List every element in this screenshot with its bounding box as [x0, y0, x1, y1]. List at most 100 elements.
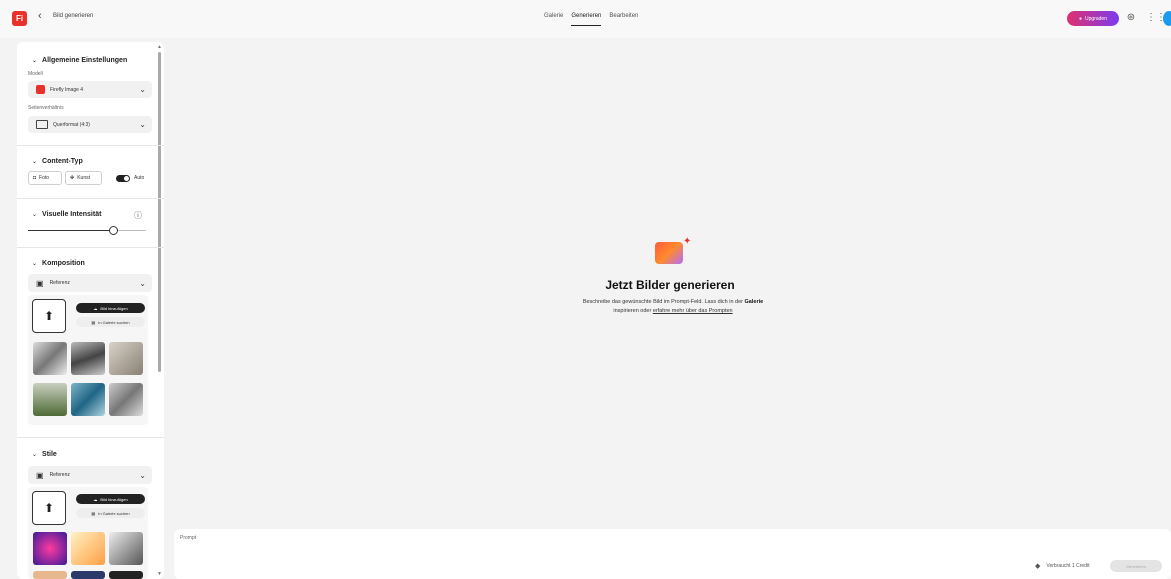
photo-label: Foto	[39, 175, 50, 181]
tab-bearbeiten[interactable]: Bearbeiten	[609, 13, 638, 26]
composition-thumbnail[interactable]	[109, 342, 143, 375]
landscape-icon	[36, 120, 48, 129]
composition-reference-select[interactable]: ▣ Referenz ⌄	[28, 274, 152, 292]
composition-thumbnail[interactable]	[71, 342, 105, 375]
gallery-icon: ▦	[91, 319, 96, 325]
learn-prompting-link[interactable]: erfahre mehr über das Prompten	[653, 308, 733, 314]
styles-add-image-button[interactable]: ☁ Bild hinzufügen	[76, 494, 145, 504]
composition-search-gallery-button[interactable]: ▦ In Galerie suchen	[76, 317, 145, 327]
scroll-down-icon[interactable]: ▼	[157, 571, 162, 577]
image-upload-icon[interactable]: ⬆	[32, 491, 66, 525]
art-label: Kunst	[77, 175, 90, 181]
prompt-label: Prompt	[180, 535, 197, 541]
firefly-model-icon	[36, 85, 45, 94]
section-title: Visuelle Intensität	[42, 211, 102, 218]
aspect-ratio-value: Querformat (4:3)	[53, 121, 90, 128]
chevron-down-icon: ⌄	[139, 278, 146, 288]
section-visual-intensity[interactable]: ⌄ Visuelle Intensität	[32, 211, 101, 218]
style-thumbnail[interactable]	[71, 532, 105, 565]
reference-value: Referenz	[49, 472, 70, 478]
generate-button[interactable]: Generieren	[1110, 560, 1162, 572]
chevron-down-icon: ⌄	[32, 212, 38, 218]
style-thumbnail[interactable]	[109, 532, 143, 565]
divider	[17, 247, 164, 248]
chevron-down-icon: ⌄	[139, 120, 146, 129]
reference-icon: ▣	[36, 470, 44, 480]
section-title: Stile	[42, 451, 57, 458]
empty-state-description: Beschreibe das gewünschte Bild im Prompt…	[578, 298, 768, 316]
credit-info: ◆ Verbraucht 1 Credit	[1035, 562, 1089, 570]
section-title: Allgemeine Einstellungen	[42, 57, 128, 64]
aspect-ratio-select[interactable]: Querformat (4:3) ⌄	[28, 116, 152, 133]
upgrade-button[interactable]: ● Upgraden	[1067, 11, 1119, 26]
composition-thumbnail[interactable]	[109, 383, 143, 416]
style-thumbnail[interactable]	[109, 571, 143, 579]
intensity-slider-fill	[28, 230, 113, 231]
aspect-ratio-label: Seitenverhältnis	[28, 105, 64, 111]
model-select[interactable]: Firefly Image 4 ⌄	[28, 81, 152, 98]
composition-add-image-button[interactable]: ☁ Bild hinzufügen	[76, 303, 145, 313]
help-icon[interactable]: ⊛	[1124, 10, 1138, 26]
content-type-art-button[interactable]: ✤ Kunst	[65, 171, 102, 185]
search-gallery-label: In Galerie suchen	[98, 510, 130, 516]
style-thumbnail[interactable]	[33, 532, 67, 565]
model-value: Firefly Image 4	[50, 86, 84, 93]
art-icon: ✤	[70, 175, 75, 181]
section-general-settings[interactable]: ⌄ Allgemeine Einstellungen	[32, 57, 127, 64]
page-title: Bild generieren	[53, 13, 94, 19]
tab-galerie[interactable]: Galerie	[544, 13, 563, 26]
credit-text: Verbraucht 1 Credit	[1046, 563, 1090, 569]
auto-toggle[interactable]	[116, 175, 130, 182]
content-type-photo-button[interactable]: ◘ Foto	[28, 171, 62, 185]
camera-icon: ◘	[33, 175, 37, 181]
cloud-upload-icon: ☁	[93, 496, 98, 502]
chevron-down-icon: ⌄	[32, 58, 38, 64]
divider	[17, 437, 164, 438]
firefly-logo[interactable]: Fi	[12, 11, 27, 26]
section-title: Komposition	[42, 260, 85, 267]
chevron-left-icon[interactable]: ‹	[38, 10, 42, 22]
composition-thumbnail[interactable]	[33, 383, 67, 416]
info-icon[interactable]: ⓘ	[134, 210, 142, 221]
style-thumbnail[interactable]	[71, 571, 105, 579]
chevron-down-icon: ⌄	[32, 261, 38, 267]
reference-value: Referenz	[49, 280, 70, 286]
image-upload-icon[interactable]: ⬆	[32, 299, 66, 333]
divider	[17, 145, 164, 146]
section-content-type[interactable]: ⌄ Content-Typ	[32, 158, 83, 165]
panel-scrollbar[interactable]	[158, 52, 161, 372]
empty-state-title: Jetzt Bilder generieren	[605, 278, 735, 292]
generate-label: Generieren	[1125, 563, 1146, 569]
section-composition[interactable]: ⌄ Komposition	[32, 260, 85, 267]
chevron-down-icon: ⌄	[139, 470, 146, 480]
composition-thumbnail[interactable]	[33, 342, 67, 375]
divider	[17, 198, 164, 199]
search-gallery-label: In Galerie suchen	[98, 319, 130, 325]
cloud-upload-icon: ☁	[93, 305, 98, 311]
composition-thumbnail[interactable]	[71, 383, 105, 416]
styles-search-gallery-button[interactable]: ▦ In Galerie suchen	[76, 508, 145, 518]
style-thumbnail[interactable]	[33, 571, 67, 579]
reference-icon: ▣	[36, 278, 44, 288]
section-title: Content-Typ	[42, 158, 83, 165]
avatar[interactable]	[1163, 11, 1171, 26]
credit-icon: ◆	[1035, 563, 1041, 570]
scroll-up-icon[interactable]: ▲	[157, 44, 162, 50]
chevron-down-icon: ⌄	[32, 452, 38, 458]
apps-grid-icon[interactable]: ⋮⋮	[1146, 10, 1166, 26]
add-image-label: Bild hinzufügen	[100, 496, 128, 502]
intensity-slider-thumb[interactable]	[108, 226, 118, 235]
sparkle-icon: ✦	[683, 236, 692, 247]
section-styles[interactable]: ⌄ Stile	[32, 451, 57, 458]
tab-generieren[interactable]: Generieren	[571, 13, 602, 26]
prompt-field[interactable]	[174, 529, 1171, 579]
upgrade-label: Upgraden	[1085, 15, 1107, 22]
model-label: Modell	[28, 71, 43, 77]
gallery-link[interactable]: Galerie	[745, 299, 764, 305]
styles-reference-select[interactable]: ▣ Referenz ⌄	[28, 466, 152, 484]
image-generate-icon	[655, 242, 683, 264]
mode-tabs: Galerie Generieren Bearbeiten	[544, 13, 638, 26]
auto-label: Auto	[134, 175, 145, 181]
add-image-label: Bild hinzufügen	[100, 305, 128, 311]
chevron-down-icon: ⌄	[139, 85, 146, 94]
